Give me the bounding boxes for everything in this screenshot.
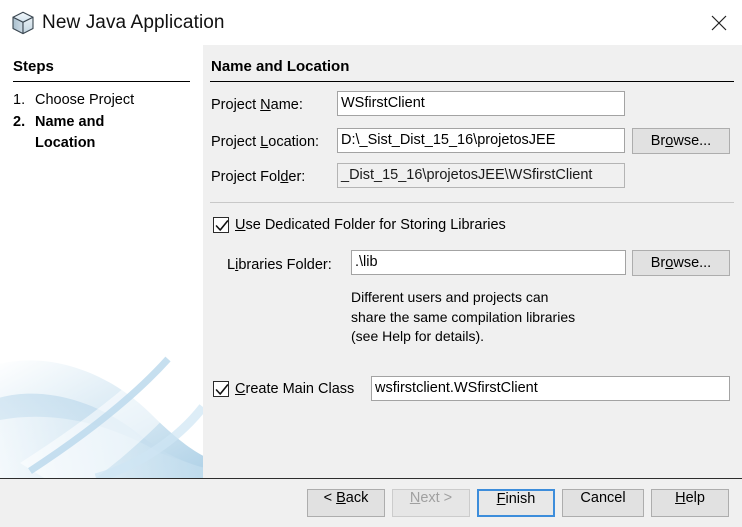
- step-number: 2.: [13, 114, 26, 130]
- libraries-hint-text: Different users and projects can share t…: [351, 289, 576, 344]
- help-button[interactable]: Help: [651, 489, 729, 517]
- project-location-browse-button[interactable]: Browse...: [632, 128, 730, 154]
- step-number: 1.: [13, 92, 26, 108]
- checkbox-box: [213, 217, 229, 233]
- checkbox-box: [213, 381, 229, 397]
- page-title-divider: [210, 81, 734, 82]
- step-item-name-and-location: 2. Name and Location: [13, 112, 198, 154]
- step-label: Name and Location: [35, 114, 105, 151]
- steps-divider: [13, 81, 190, 82]
- libraries-folder-label: Libraries Folder:: [227, 257, 332, 273]
- window-title: New Java Application: [42, 11, 225, 33]
- section-divider: [210, 202, 734, 203]
- create-main-class-checkbox[interactable]: Create Main Class: [213, 381, 354, 397]
- project-name-label: Project Name:: [211, 97, 303, 113]
- steps-panel: Steps 1. Choose Project 2. Name and Loca…: [0, 45, 203, 478]
- next-button[interactable]: Next >: [392, 489, 470, 517]
- use-dedicated-folder-checkbox[interactable]: Use Dedicated Folder for Storing Librari…: [213, 217, 506, 233]
- decorative-swoosh-graphic: [0, 355, 203, 478]
- page-title: Name and Location: [211, 58, 350, 75]
- main-class-input[interactable]: wsfirstclient.WSfirstClient: [371, 376, 730, 401]
- create-main-class-label: Create Main Class: [235, 381, 355, 397]
- java-cube-icon: [9, 9, 37, 37]
- project-name-input[interactable]: WSfirstClient: [337, 91, 625, 116]
- back-button[interactable]: < Back: [307, 489, 385, 517]
- finish-button[interactable]: Finish: [477, 489, 555, 517]
- close-icon[interactable]: [696, 0, 742, 45]
- title-bar: New Java Application: [0, 0, 742, 45]
- steps-list: 1. Choose Project 2. Name and Location: [13, 90, 198, 155]
- main-content-panel: Name and Location Project Name: WSfirstC…: [203, 45, 742, 478]
- step-item-choose-project: 1. Choose Project: [13, 90, 198, 111]
- new-java-application-dialog: New Java Application Steps 1. Choose Pro…: [0, 0, 742, 527]
- use-dedicated-folder-label: Use Dedicated Folder for Storing Librari…: [235, 217, 506, 233]
- project-location-label: Project Location:: [211, 134, 320, 150]
- steps-heading: Steps: [13, 58, 54, 75]
- cancel-button[interactable]: Cancel: [562, 489, 644, 517]
- project-location-input[interactable]: D:\_Sist_Dist_15_16\projetosJEE: [337, 128, 625, 153]
- check-icon: [215, 384, 229, 395]
- libraries-folder-input[interactable]: .\lib: [351, 250, 626, 275]
- step-label: Choose Project: [35, 92, 135, 108]
- check-icon: [215, 220, 229, 231]
- project-folder-label: Project Folder:: [211, 169, 306, 185]
- libraries-folder-browse-button[interactable]: Browse...: [632, 250, 730, 276]
- project-folder-input[interactable]: _Dist_15_16\projetosJEE\WSfirstClient: [337, 163, 625, 188]
- dialog-button-bar: < Back Next > Finish Cancel Help: [0, 479, 742, 527]
